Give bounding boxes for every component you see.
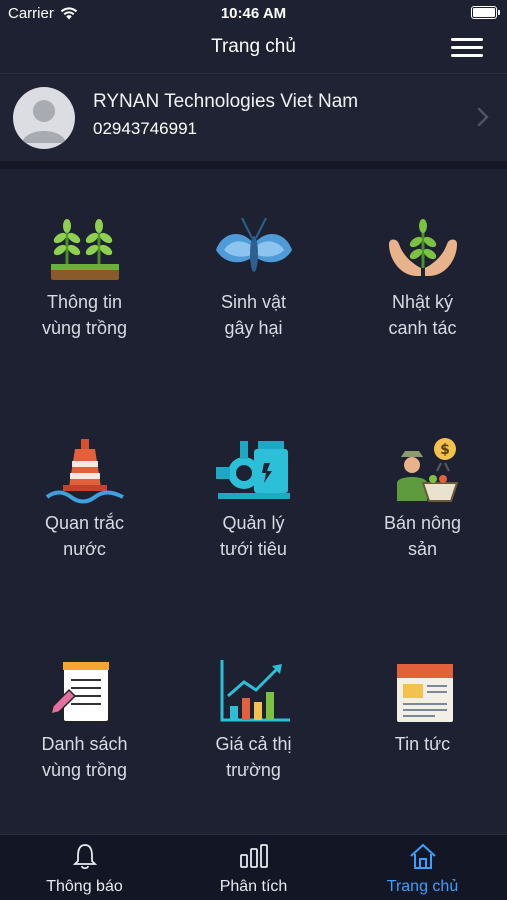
- menu-tile-crop-area-list[interactable]: Danh sách vùng trồng: [0, 611, 169, 832]
- farmer-seller-icon: $: [396, 438, 458, 502]
- navigation-bar: Trang chủ: [0, 28, 507, 74]
- avatar-placeholder-icon: [13, 87, 75, 149]
- profile-phone: 02943746991: [93, 119, 198, 138]
- bar-chart-icon: [239, 844, 268, 868]
- seedlings-icon: [50, 219, 119, 280]
- svg-text:$: $: [440, 442, 450, 458]
- menu-tile-label: Quản lý tưới tiêu: [220, 513, 287, 559]
- tab-analytics[interactable]: Phân tích: [169, 835, 338, 900]
- menu-tile-label: Thông tin vùng trồng: [41, 292, 128, 338]
- app-screen: Carrier 10:46 AM Trang chủ RYNAN Technol…: [0, 0, 507, 900]
- hamburger-menu-icon[interactable]: [451, 38, 483, 60]
- home-icon: [409, 843, 436, 869]
- menu-tile-news[interactable]: Tin tức: [338, 611, 507, 832]
- menu-tile-label: Nhật ký canh tác: [388, 292, 457, 338]
- hands-plant-icon: [388, 219, 457, 276]
- menu-tile-label: Tin tức: [394, 734, 451, 754]
- feature-grid: Thông tin vùng trồng Sinh vật gây hại Nh…: [0, 169, 507, 834]
- notepad-icon: [49, 661, 110, 723]
- growth-chart-icon: [220, 660, 290, 722]
- menu-tile-water-monitoring[interactable]: Quan trắc nước: [0, 390, 169, 611]
- menu-tile-label: Giá cả thị trường: [215, 734, 292, 780]
- profile-name: RYNAN Technologies Viet Nam: [93, 91, 359, 112]
- tab-label: Phân tích: [219, 878, 288, 895]
- status-bar: Carrier 10:46 AM: [0, 0, 507, 28]
- newspaper-icon: [396, 664, 453, 722]
- menu-tile-label: Sinh vật gây hại: [220, 292, 287, 338]
- menu-tile-farming-diary[interactable]: Nhật ký canh tác: [338, 169, 507, 390]
- menu-tile-irrigation[interactable]: Quản lý tưới tiêu: [169, 390, 338, 611]
- tab-notifications[interactable]: Thông báo: [0, 835, 169, 900]
- menu-tile-label: Quan trắc nước: [44, 513, 125, 559]
- moth-icon: [215, 217, 292, 272]
- menu-tile-pests[interactable]: Sinh vật gây hại: [169, 169, 338, 390]
- menu-tile-label: Bán nông sản: [383, 513, 462, 559]
- menu-tile-crop-area-info[interactable]: Thông tin vùng trồng: [0, 169, 169, 390]
- page-title: Trang chủ: [211, 36, 296, 57]
- section-divider: [0, 161, 507, 169]
- tab-bar: Thông báo Phân tích Trang chủ: [0, 834, 507, 900]
- water-pump-icon: [215, 441, 290, 499]
- menu-tile-market-prices[interactable]: Giá cả thị trường: [169, 611, 338, 832]
- tab-label: Thông báo: [46, 878, 123, 895]
- menu-tile-label: Danh sách vùng trồng: [41, 734, 128, 780]
- tab-home[interactable]: Trang chủ: [338, 835, 507, 900]
- bell-icon: [72, 844, 97, 870]
- battery-icon: [471, 6, 500, 19]
- chevron-right-icon: [477, 107, 489, 127]
- status-time: 10:46 AM: [220, 5, 287, 22]
- menu-tile-sell-produce[interactable]: $ Bán nông sản: [338, 390, 507, 611]
- profile-card[interactable]: RYNAN Technologies Viet Nam 02943746991: [0, 75, 507, 161]
- buoy-icon: [45, 439, 124, 504]
- tab-label: Trang chủ: [386, 878, 459, 895]
